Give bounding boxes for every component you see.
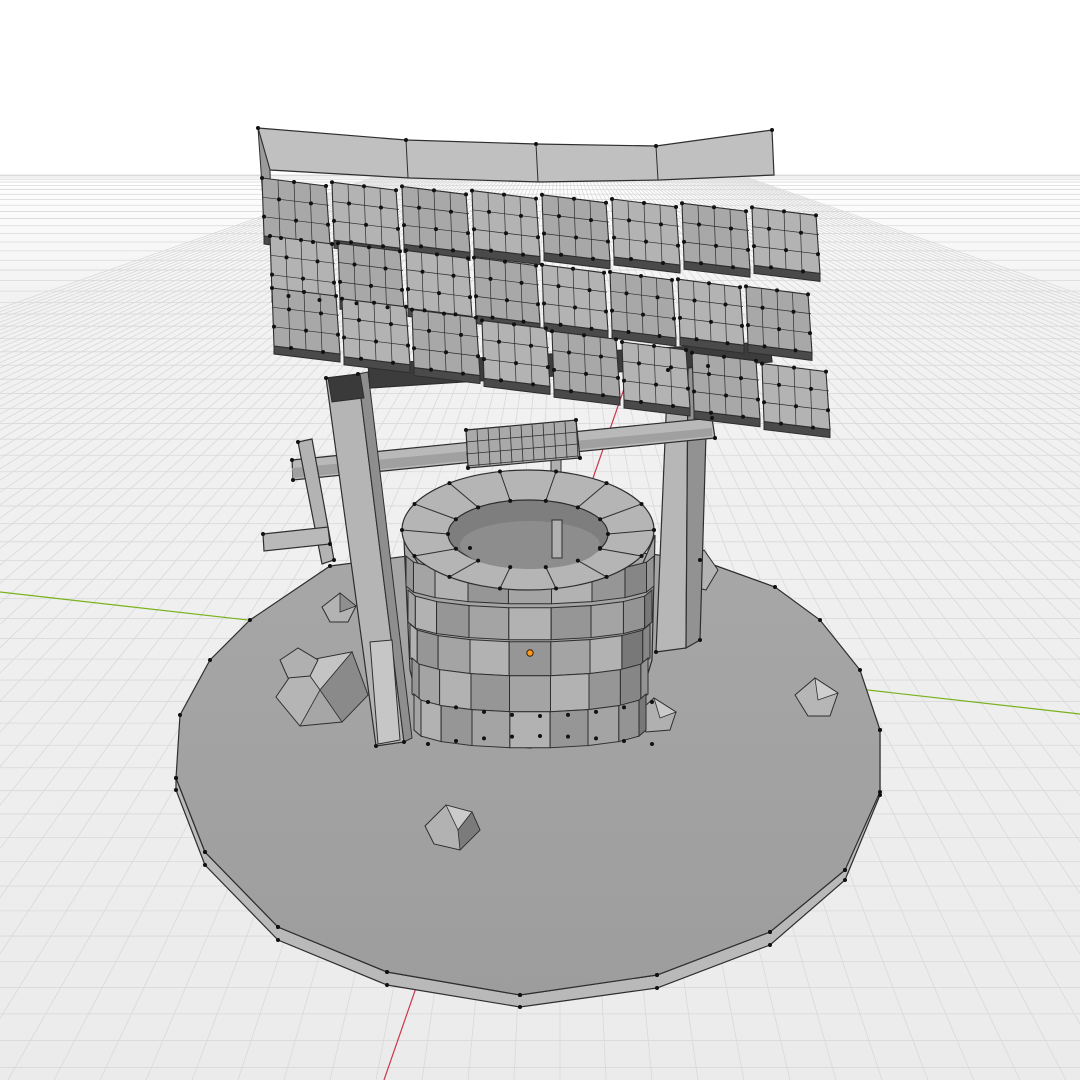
shingle[interactable] — [761, 362, 831, 439]
shingle[interactable] — [401, 185, 471, 261]
shingle[interactable] — [681, 202, 751, 278]
rope-drum[interactable] — [465, 419, 581, 469]
shingle[interactable] — [541, 264, 609, 340]
shingle[interactable] — [745, 285, 813, 361]
shingle[interactable] — [611, 198, 681, 274]
origin-point[interactable] — [526, 649, 534, 657]
viewport-canvas[interactable] — [0, 0, 1080, 1080]
shingle[interactable] — [541, 194, 611, 270]
shingle[interactable] — [411, 308, 481, 385]
shingle[interactable] — [271, 287, 341, 363]
shingle[interactable] — [471, 189, 541, 266]
3d-viewport[interactable] — [0, 0, 1080, 1080]
shingle[interactable] — [551, 330, 621, 406]
well-body[interactable] — [401, 469, 656, 749]
shingle[interactable] — [341, 298, 411, 374]
shingle[interactable] — [751, 206, 821, 282]
shingle[interactable] — [677, 278, 745, 354]
shingle[interactable] — [609, 271, 677, 347]
shingle[interactable] — [691, 352, 761, 428]
shingle[interactable] — [481, 319, 551, 395]
shingle[interactable] — [621, 341, 691, 417]
